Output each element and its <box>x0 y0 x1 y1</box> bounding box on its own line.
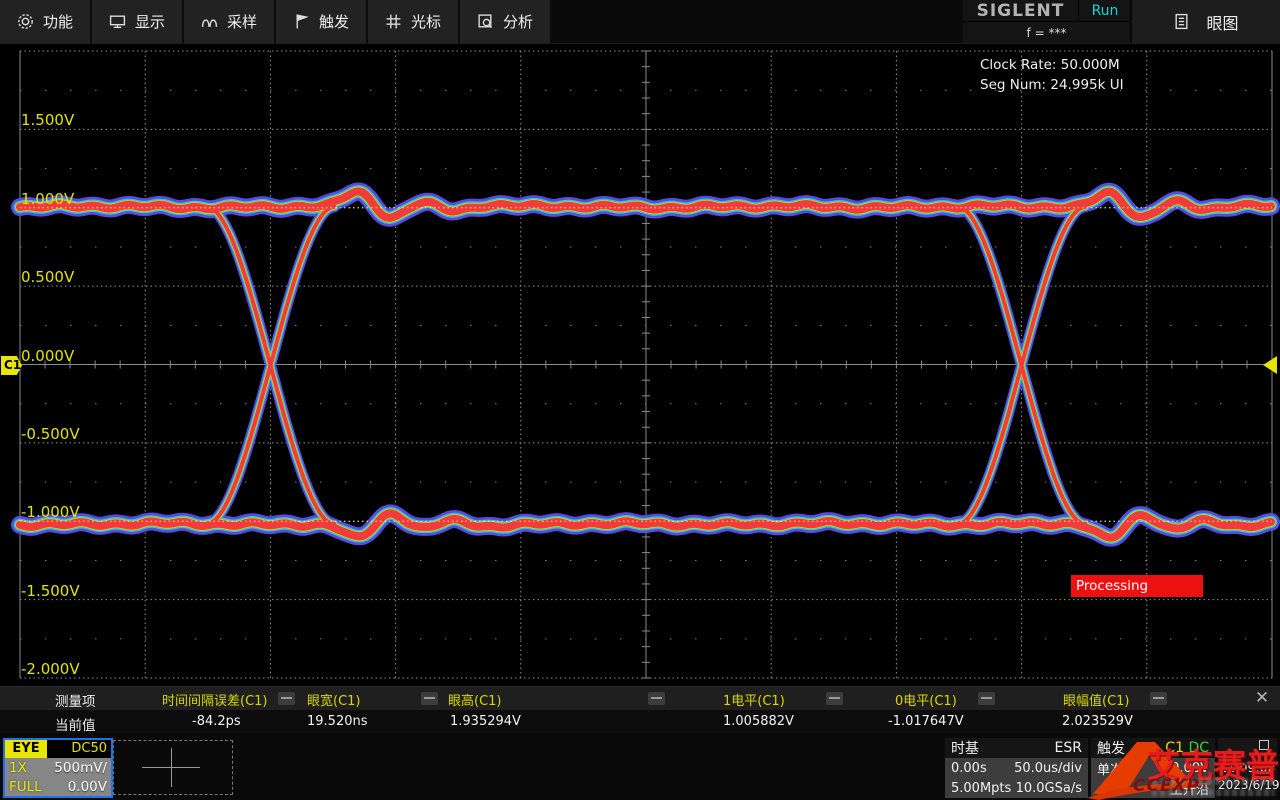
clock-time: 11:09:08 <box>1218 760 1277 775</box>
clock-date: 2023/6/19 <box>1218 778 1277 792</box>
bandwidth-limit: FULL <box>9 779 42 795</box>
freq-readout: f = *** <box>963 22 1130 43</box>
remove-measurement-button[interactable] <box>978 692 995 705</box>
timebase-scale: 50.0us/div <box>1014 761 1082 776</box>
trigger-info-box[interactable]: 触发 C1 DC 单次 0.00V 上升沿 <box>1091 738 1215 798</box>
crosshair-icon <box>171 748 172 787</box>
close-measurements-icon[interactable]: ✕ <box>1250 688 1274 709</box>
y-tick-label: -1.000V <box>21 504 80 521</box>
meas-col-header: 1电平(C1) <box>723 690 785 709</box>
trigger-source: C1 <box>1165 740 1184 756</box>
seg-num-readout: Seg Num: 24.995k UI <box>980 77 1124 93</box>
timebase-delay: 0.00s <box>951 761 987 776</box>
trigger-coupling: DC <box>1188 740 1209 756</box>
memory-depth: 5.00Mpts <box>951 781 1011 796</box>
trigger-level-marker[interactable] <box>1263 356 1277 374</box>
eye-list-icon <box>1173 13 1190 30</box>
eye-diagram-menu[interactable]: 眼图 <box>1132 0 1280 43</box>
trigger-mode: 单次 <box>1097 759 1123 778</box>
remove-measurement-button[interactable] <box>648 692 665 705</box>
probe-attenuation: 1X <box>9 760 27 776</box>
meas-value: -84.2ps <box>192 714 241 729</box>
meas-value: -1.017647V <box>888 714 964 729</box>
meas-value: 19.520ns <box>307 714 368 729</box>
remove-measurement-button[interactable] <box>278 692 295 705</box>
menu-items: 功能 显示 采样 触发 光标 <box>0 0 552 43</box>
menu-item-display[interactable]: 显示 <box>92 0 184 43</box>
menu-item-analysis[interactable]: 分析 <box>460 0 552 43</box>
display-icon <box>109 13 126 30</box>
menu-item-cursor[interactable]: 光标 <box>368 0 460 43</box>
trigger-flag-icon <box>293 13 310 30</box>
y-tick-label: -2.000V <box>21 661 80 678</box>
channel-mode-badge: EYE <box>5 740 47 758</box>
analysis-icon <box>477 13 494 30</box>
meas-value: 1.005882V <box>723 714 794 729</box>
run-status-badge[interactable]: Run <box>1078 0 1131 22</box>
y-tick-label: 1.000V <box>21 191 74 208</box>
menu-item-label: 触发 <box>319 11 349 32</box>
menu-item-sampling[interactable]: 采样 <box>184 0 276 43</box>
menu-item-label: 光标 <box>411 11 441 32</box>
menu-item-trigger[interactable]: 触发 <box>276 0 368 43</box>
eye-menu-label: 眼图 <box>1206 10 1238 34</box>
remove-measurement-button[interactable] <box>1150 692 1167 705</box>
status-bar: EYE DC50 1X 500mV/ FULL 0.00V 时基 ESR 0.0… <box>0 735 1280 800</box>
volts-per-div: 500mV/ <box>54 760 107 776</box>
meas-col-header: 时间间隔误差(C1) <box>162 690 268 709</box>
measurement-item-label: 测量项 <box>55 690 96 710</box>
clock-rate-readout: Clock Rate: 50.000M <box>980 57 1120 73</box>
measurement-bar: 测量项 时间间隔误差(C1) 眼宽(C1) 眼高(C1) 1电平(C1) 0电平… <box>0 686 1280 734</box>
menu-item-label: 功能 <box>43 11 73 32</box>
y-tick-label: -0.500V <box>21 426 80 443</box>
gear-icon <box>17 13 34 30</box>
channel-offset: 0.00V <box>68 779 107 795</box>
sample-rate: 10.0GSa/s <box>1016 781 1082 796</box>
meas-col-header: 0电平(C1) <box>895 690 957 709</box>
top-menu-bar: 功能 显示 采样 触发 光标 <box>0 0 1280 44</box>
trigger-slope: 上升沿 <box>1170 779 1209 798</box>
brand-status-panel: SIGLENT Run f = *** <box>963 0 1130 43</box>
cursor-grid-icon <box>385 13 402 30</box>
menu-item-label: 采样 <box>227 11 257 32</box>
meas-col-header: 眼高(C1) <box>448 690 502 709</box>
timebase-info-box[interactable]: 时基 ESR 0.00s 50.0us/div 5.00Mpts 10.0GSa… <box>945 738 1088 798</box>
sampling-icon <box>201 13 218 30</box>
channel-info-box[interactable]: EYE DC50 1X 500mV/ FULL 0.00V <box>3 738 113 798</box>
y-tick-label: 1.500V <box>21 112 74 129</box>
meas-col-header: 眼幅值(C1) <box>1063 690 1130 709</box>
trigger-level: 0.00V <box>1171 761 1209 776</box>
remove-measurement-button[interactable] <box>421 692 438 705</box>
channel-placeholder-box[interactable] <box>113 740 233 795</box>
measurement-current-label: 当前值 <box>55 714 96 734</box>
brand-logo: SIGLENT <box>977 1 1065 21</box>
meas-value: 1.935294V <box>450 714 521 729</box>
menu-item-label: 分析 <box>503 11 533 32</box>
y-tick-label: 0.000V <box>21 348 74 365</box>
remove-measurement-button[interactable] <box>826 692 843 705</box>
meas-col-header: 眼宽(C1) <box>307 690 361 709</box>
processing-indicator: Processing <box>1071 575 1203 597</box>
timebase-mode: ESR <box>1055 740 1082 756</box>
y-tick-label: -1.500V <box>21 583 80 600</box>
meas-value: 2.023529V <box>1062 714 1133 729</box>
trigger-title: 触发 <box>1097 738 1125 758</box>
y-tick-label: 0.500V <box>21 269 74 286</box>
menu-item-function[interactable]: 功能 <box>0 0 92 43</box>
timebase-title: 时基 <box>951 738 979 758</box>
menu-item-label: 显示 <box>135 11 165 32</box>
notification-icon <box>1259 740 1269 750</box>
channel-coupling: DC50 <box>71 740 107 758</box>
oscilloscope-screen: { "menu": { "items": [ {"label": "功能", "… <box>0 0 1280 800</box>
datetime-box[interactable]: 11:09:08 2023/6/19 <box>1218 738 1277 796</box>
